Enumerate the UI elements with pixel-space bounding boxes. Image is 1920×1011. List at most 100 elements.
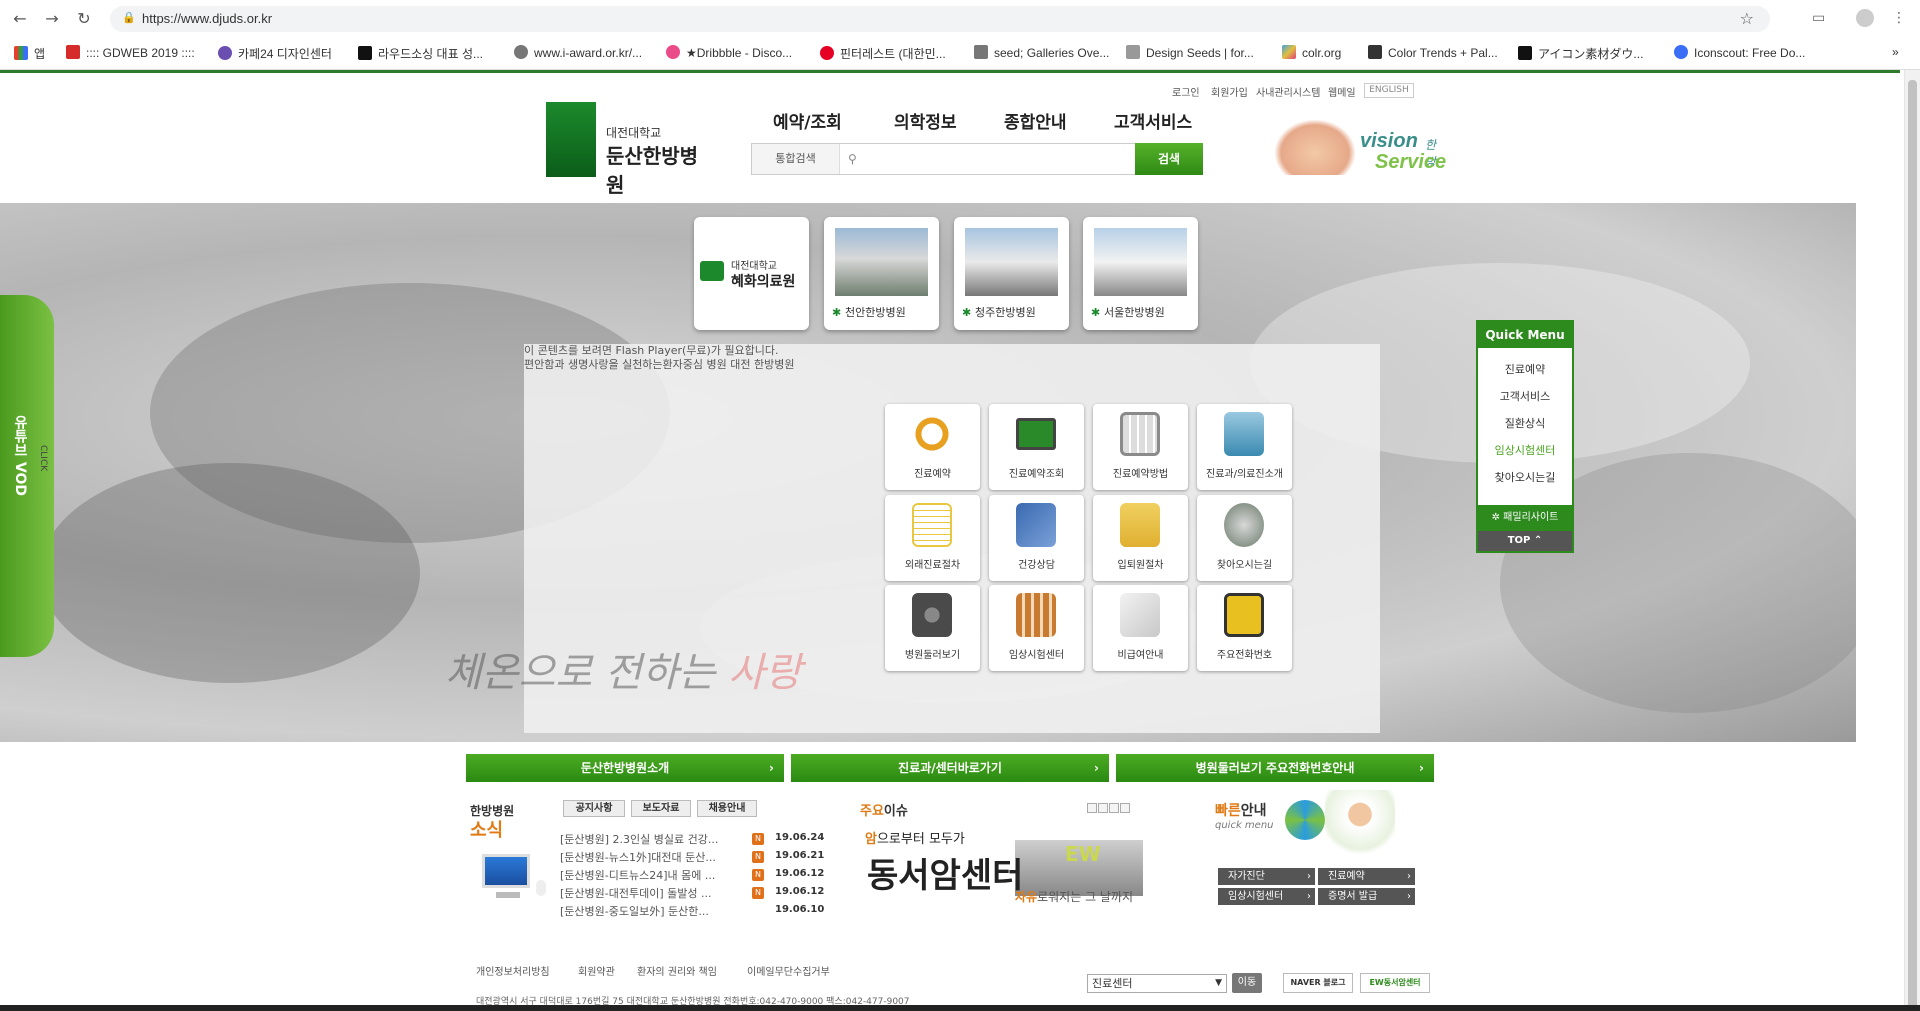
certificate-button[interactable]: 증명서 발급 › bbox=[1318, 888, 1415, 905]
branch-cheongju[interactable]: ✱ 청주한방병원 bbox=[954, 217, 1069, 330]
youtube-vod-tab[interactable]: 유튜브 VOD CLICK bbox=[0, 295, 54, 657]
service-directions[interactable]: 찾아오시는길 bbox=[1197, 495, 1292, 581]
service-outpatient[interactable]: 외래진료절차 bbox=[885, 495, 980, 581]
envelope-folder-icon bbox=[1120, 503, 1160, 547]
english-button[interactable]: ENGLISH bbox=[1364, 83, 1414, 98]
prev-icon[interactable] bbox=[1098, 803, 1108, 813]
webmail-link[interactable]: 웹메일 bbox=[1328, 84, 1356, 99]
hands-image bbox=[1275, 120, 1355, 175]
bookmark-apps[interactable]: 앱 bbox=[14, 45, 45, 62]
service-reservation-check[interactable]: 진료예약조회 bbox=[989, 404, 1084, 490]
news-item[interactable]: [둔산병원-대전투데이] 돌발성 ... bbox=[560, 885, 711, 901]
footer-privacy-link[interactable]: 개인정보처리방침 bbox=[476, 963, 550, 978]
service-non-covered[interactable]: 비급여안내 bbox=[1093, 585, 1188, 671]
reload-icon[interactable]: ↻ bbox=[74, 9, 94, 29]
service-admission[interactable]: 입퇴원절차 bbox=[1093, 495, 1188, 581]
bookmark-item[interactable]: seed; Galleries Ove... bbox=[974, 45, 1109, 60]
quick-item-clinical-trial[interactable]: 임상시험센터 bbox=[1478, 437, 1572, 464]
top-button[interactable]: TOP ⌃ bbox=[1478, 531, 1572, 551]
news-item[interactable]: [둔산병원-뉴스1外]대전대 둔산... bbox=[560, 849, 716, 865]
quick-item-customer-service[interactable]: 고객서비스 bbox=[1478, 383, 1572, 410]
tab-notices[interactable]: 공지사항 bbox=[563, 800, 625, 817]
bar-tour-phone[interactable]: 병원둘러보기 주요전화번호안내 › bbox=[1116, 754, 1434, 782]
service-consult[interactable]: 건강상담 bbox=[989, 495, 1084, 581]
news-item[interactable]: [둔산병원-중도일보外] 둔산한... bbox=[560, 903, 709, 919]
fast-guide-heading: 빠른안내 bbox=[1215, 803, 1267, 819]
family-site-button[interactable]: ✲ 패밀리사이트 bbox=[1478, 505, 1572, 531]
branch-cheonan[interactable]: ✱ 천안한방병원 bbox=[824, 217, 939, 330]
cast-icon[interactable]: ▭ bbox=[1812, 10, 1825, 26]
footer-terms-link[interactable]: 회원약관 bbox=[578, 963, 615, 978]
service-tour[interactable]: 병원둘러보기 bbox=[885, 585, 980, 671]
reservation-button[interactable]: 진료예약 › bbox=[1318, 868, 1415, 885]
footer-email-link[interactable]: 이메일무단수집거부 bbox=[747, 963, 830, 978]
cancer-center-banner[interactable]: 암으로부터 모두가 동서암센터 EW 자유로워지는 그 날까지 bbox=[865, 826, 1145, 906]
cancer-subline: 자유로워지는 그 날까지 bbox=[1015, 890, 1134, 904]
bookmark-item[interactable]: 라우드소싱 대표 성... bbox=[358, 45, 483, 62]
naver-blog-button[interactable]: NAVER 블로그 bbox=[1283, 973, 1353, 993]
login-link[interactable]: 로그인 bbox=[1172, 84, 1200, 99]
search-scope-select[interactable]: 통합검색 bbox=[752, 144, 840, 174]
issue-pager[interactable] bbox=[1087, 803, 1133, 815]
self-diagnosis-button[interactable]: 자가진단 › bbox=[1218, 868, 1315, 885]
gnb-medical-info[interactable]: 의학정보 bbox=[894, 108, 957, 133]
menu-kebab-icon[interactable]: ⋮ bbox=[1892, 10, 1906, 26]
color-trends-icon bbox=[1368, 45, 1382, 59]
page-scrollbar[interactable] bbox=[1904, 70, 1920, 1011]
bookmark-item[interactable]: Design Seeds | for... bbox=[1126, 45, 1254, 60]
quick-item-reservation[interactable]: 진료예약 bbox=[1478, 356, 1572, 383]
bookmark-star-icon[interactable]: ☆ bbox=[1740, 9, 1754, 28]
branch-pre-label: 대전대학교 bbox=[731, 261, 777, 272]
icon-material-icon bbox=[1518, 46, 1532, 60]
clinical-trial-button[interactable]: 임상시험센터 › bbox=[1218, 888, 1315, 905]
bar-hospital-intro[interactable]: 둔산한방병원소개 › bbox=[466, 754, 784, 782]
bookmarks-overflow-icon[interactable]: » bbox=[1892, 45, 1899, 59]
bookmark-item[interactable]: colr.org bbox=[1282, 45, 1341, 60]
service-reservation[interactable]: 진료예약 bbox=[885, 404, 980, 490]
bookmark-item[interactable]: アイコン素材ダウ... bbox=[1518, 45, 1643, 62]
profile-avatar[interactable] bbox=[1856, 9, 1874, 27]
dribbble-icon bbox=[666, 45, 680, 59]
service-phone-numbers[interactable]: 주요전화번호 bbox=[1197, 585, 1292, 671]
tab-press[interactable]: 보도자료 bbox=[631, 800, 691, 817]
gnb-general-guide[interactable]: 종합안내 bbox=[1004, 108, 1067, 133]
news-item[interactable]: [둔산병원] 2.3인실 병실료 건강... bbox=[560, 831, 718, 847]
address-bar[interactable]: 🔒 https://www.djuds.or.kr ☆ bbox=[110, 6, 1770, 32]
bookmark-item[interactable]: www.i-award.or.kr/... bbox=[514, 45, 642, 60]
service-doctors[interactable]: 진료과/의료진소개 bbox=[1197, 404, 1292, 490]
ew-cancer-center-button[interactable]: EW동서암센터 bbox=[1360, 973, 1430, 993]
pinterest-icon bbox=[820, 46, 834, 60]
branch-hyehwa[interactable]: 대전대학교 혜화의료원 bbox=[694, 217, 809, 330]
service-reservation-method[interactable]: 진료예약방법 bbox=[1093, 404, 1188, 490]
gnb-customer-service[interactable]: 고객서비스 bbox=[1114, 108, 1192, 133]
site-logo[interactable]: 대전대학교 둔산한방병원 bbox=[546, 102, 716, 197]
bookmark-item[interactable]: Color Trends + Pal... bbox=[1368, 45, 1498, 60]
search-button[interactable]: 검색 bbox=[1135, 143, 1203, 175]
scrollbar-thumb[interactable] bbox=[1908, 80, 1917, 1010]
footer-patient-rights-link[interactable]: 환자의 권리와 책임 bbox=[637, 963, 717, 978]
last-icon[interactable] bbox=[1120, 803, 1130, 813]
next-icon[interactable] bbox=[1109, 803, 1119, 813]
tab-recruit[interactable]: 채용안내 bbox=[697, 800, 757, 817]
bookmark-item[interactable]: ★Dribbble - Disco... bbox=[666, 45, 792, 60]
gnb-reservation[interactable]: 예약/조회 bbox=[773, 108, 842, 133]
flash-notice: 이 콘텐츠를 보려면 Flash Player(무료)가 필요합니다. 편안함과… bbox=[524, 344, 794, 372]
bar-department-shortcut[interactable]: 진료과/센터바로가기 › bbox=[791, 754, 1109, 782]
bookmark-item[interactable]: 핀터레스트 (대한민... bbox=[820, 45, 946, 62]
move-button[interactable]: 이동 bbox=[1232, 973, 1262, 993]
bookmark-item[interactable]: Iconscout: Free Do... bbox=[1674, 45, 1805, 60]
forward-icon[interactable]: → bbox=[42, 9, 62, 29]
first-icon[interactable] bbox=[1087, 803, 1097, 813]
search-input[interactable] bbox=[866, 144, 1134, 174]
back-icon[interactable]: ← bbox=[10, 9, 30, 29]
center-select[interactable]: 진료센터 ▼ bbox=[1087, 974, 1227, 993]
quick-item-disease-info[interactable]: 질환상식 bbox=[1478, 410, 1572, 437]
quick-item-directions[interactable]: 찾아오시는길 bbox=[1478, 464, 1572, 491]
branch-seoul[interactable]: ✱ 서울한방병원 bbox=[1083, 217, 1198, 330]
bookmark-item[interactable]: 카페24 디자인센터 bbox=[218, 45, 332, 62]
service-clinical-trial[interactable]: 임상시험센터 bbox=[989, 585, 1084, 671]
join-link[interactable]: 회원가입 bbox=[1211, 84, 1248, 99]
intranet-link[interactable]: 사내관리시스템 bbox=[1256, 84, 1320, 99]
news-item[interactable]: [둔산병원-디트뉴스24]내 몸에 ... bbox=[560, 867, 715, 883]
bookmark-item[interactable]: :::: GDWEB 2019 :::: bbox=[66, 45, 195, 60]
